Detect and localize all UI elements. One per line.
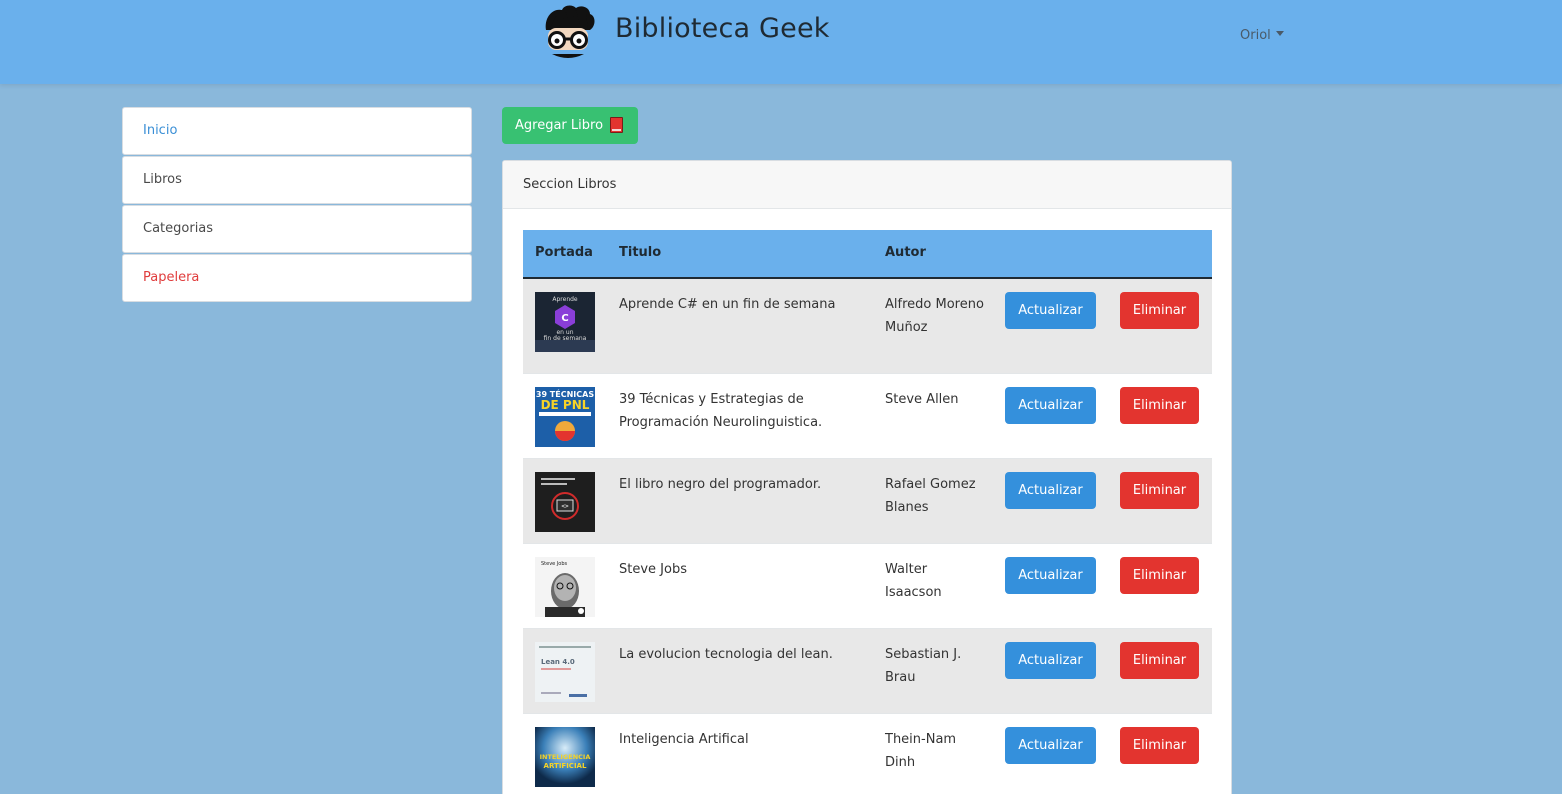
brand-title[interactable]: Biblioteca Geek [615, 13, 830, 44]
books-table: Portada Titulo Autor Aprende C en un fin… [523, 230, 1212, 794]
table-row: Steve Jobs Steve Jobs Walter Isaacson Ac… [523, 543, 1212, 628]
cover-text: INTELIGENCIA [540, 753, 591, 761]
delete-button[interactable]: Eliminar [1120, 557, 1199, 594]
books-section-card: Seccion Libros Portada Titulo Autor Apre… [502, 160, 1232, 794]
user-dropdown[interactable]: Oriol [1240, 28, 1284, 43]
book-cover-ia[interactable]: INTELIGENCIA ARTIFICIAL [535, 727, 595, 787]
add-book-button[interactable]: Agregar Libro [502, 107, 638, 144]
delete-button[interactable]: Eliminar [1120, 642, 1199, 679]
book-author: Sebastian J. Brau [885, 647, 962, 685]
cover-text: DE PNL [541, 398, 590, 412]
book-title: El libro negro del programador. [619, 477, 822, 492]
sidebar-item-papelera[interactable]: Papelera [122, 254, 472, 302]
sidebar-menu: Inicio Libros Categorias Papelera [122, 107, 472, 303]
book-cover-csharp[interactable]: Aprende C en un fin de semana [535, 292, 595, 352]
caret-down-icon [1275, 31, 1284, 36]
delete-button[interactable]: Eliminar [1120, 387, 1199, 424]
geek-logo-icon[interactable] [538, 4, 598, 62]
book-author: Rafael Gomez Blanes [885, 477, 976, 515]
table-row: 39 TÉCNICAS DE PNL 39 Técnicas y Estrate… [523, 373, 1212, 458]
book-author: Walter Isaacson [885, 562, 942, 600]
sidebar-item-inicio[interactable]: Inicio [122, 107, 472, 155]
book-title: 39 Técnicas y Estrategias de Programació… [619, 392, 823, 430]
svg-text:<>: <> [561, 503, 569, 510]
sidebar-item-categorias[interactable]: Categorias [122, 205, 472, 253]
table-row: Aprende C en un fin de semana Aprende C#… [523, 279, 1212, 373]
table-header: Portada Titulo Autor [523, 230, 1212, 279]
update-button[interactable]: Actualizar [1005, 727, 1096, 764]
book-author: Thein-Nam Dinh [885, 732, 957, 770]
book-cover-lean[interactable]: Lean 4.0 [535, 642, 595, 702]
update-button[interactable]: Actualizar [1005, 642, 1096, 679]
red-book-icon [610, 117, 623, 133]
top-navbar: Biblioteca Geek Oriol [0, 0, 1562, 84]
book-title: Inteligencia Artifical [619, 732, 749, 747]
book-title: Aprende C# en un fin de semana [619, 297, 836, 312]
header-portada: Portada [535, 245, 593, 260]
user-name: Oriol [1240, 28, 1271, 43]
header-titulo: Titulo [619, 245, 662, 260]
book-cover-libro-negro[interactable]: <> [535, 472, 595, 532]
sidebar-item-libros[interactable]: Libros [122, 156, 472, 204]
section-title: Seccion Libros [503, 161, 1231, 209]
delete-button[interactable]: Eliminar [1120, 727, 1199, 764]
cover-text: Aprende [552, 296, 578, 303]
cover-text: fin de semana [544, 335, 587, 342]
book-author: Alfredo Moreno Muñoz [885, 297, 984, 335]
cover-text: Steve Jobs [541, 561, 568, 567]
book-cover-steve-jobs[interactable]: Steve Jobs [535, 557, 595, 617]
book-cover-pnl[interactable]: 39 TÉCNICAS DE PNL [535, 387, 595, 447]
cover-text: Lean 4.0 [541, 658, 575, 666]
book-title: La evolucion tecnologia del lean. [619, 647, 833, 662]
add-book-label: Agregar Libro [515, 118, 604, 133]
cover-text: ARTIFICIAL [544, 762, 587, 770]
book-author: Steve Allen [885, 392, 959, 407]
book-title: Steve Jobs [619, 562, 687, 577]
delete-button[interactable]: Eliminar [1120, 292, 1199, 329]
table-row: INTELIGENCIA ARTIFICIAL Inteligencia Art… [523, 713, 1212, 794]
table-row: Lean 4.0 La evolucion tecnologia del lea… [523, 628, 1212, 713]
delete-button[interactable]: Eliminar [1120, 472, 1199, 509]
table-row: <> El libro negro del programador. Rafae… [523, 458, 1212, 543]
svg-text:C: C [561, 313, 568, 324]
update-button[interactable]: Actualizar [1005, 472, 1096, 509]
update-button[interactable]: Actualizar [1005, 387, 1096, 424]
update-button[interactable]: Actualizar [1005, 557, 1096, 594]
update-button[interactable]: Actualizar [1005, 292, 1096, 329]
header-autor: Autor [885, 245, 926, 260]
